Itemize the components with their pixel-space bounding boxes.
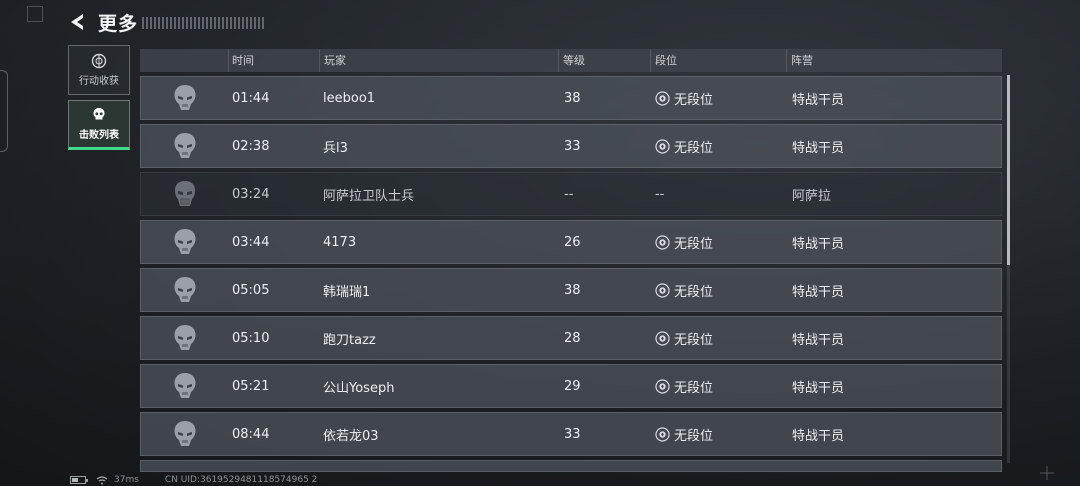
- player-name: leeboo1: [323, 90, 376, 106]
- rank-label: 无段位: [674, 380, 714, 396]
- operator-mask-icon: [174, 325, 196, 350]
- player-level: 26: [564, 234, 581, 250]
- player-name: 跑刀tazz: [323, 332, 376, 348]
- faction: 特战干员: [792, 140, 845, 156]
- sidebar-item-loot[interactable]: 行动收获: [68, 45, 130, 95]
- faction: 特战干员: [792, 284, 845, 300]
- operator-mask-icon: [174, 421, 196, 446]
- table-header: 时间 玩家 等级 段位 阵营: [140, 49, 1002, 72]
- skull-icon: [93, 108, 105, 120]
- target-icon: [91, 53, 107, 69]
- faction: 特战干员: [792, 332, 845, 348]
- column-header-level: 等级: [558, 49, 650, 72]
- rank-badge-icon: [655, 90, 670, 106]
- player-name: 韩瑞瑞1: [323, 284, 371, 300]
- faction: 阿萨拉: [792, 188, 832, 204]
- column-header-rank: 段位: [650, 49, 786, 72]
- player-level: 38: [564, 282, 581, 298]
- rank-label: 无段位: [674, 284, 714, 300]
- scrollbar-thumb[interactable]: [1007, 75, 1010, 265]
- player-level: 38: [564, 90, 581, 106]
- kill-list-table: 时间 玩家 等级 段位 阵营 01:44 leeboo1 38 无段位 特战干员…: [140, 49, 1002, 472]
- rank-badge-icon: [655, 426, 670, 442]
- player-level: 33: [564, 138, 581, 154]
- kill-time: 02:38: [232, 138, 270, 154]
- back-button[interactable]: [68, 10, 90, 34]
- player-name: 4173: [323, 234, 357, 250]
- table-row-partial[interactable]: [140, 460, 1002, 472]
- kill-time: 03:44: [232, 234, 270, 250]
- soldier-mask-icon: [175, 181, 195, 206]
- rank-label: 无段位: [674, 236, 714, 252]
- rank-badge-icon: [655, 330, 670, 346]
- player-level: 33: [564, 426, 581, 442]
- uid-label: CN UID:3619529481118574965 2: [164, 475, 318, 485]
- operator-mask-icon: [174, 229, 196, 254]
- faction: 特战干员: [792, 380, 845, 396]
- player-level: 28: [564, 330, 581, 346]
- table-row[interactable]: 01:44 leeboo1 38 无段位 特战干员: [140, 76, 1002, 120]
- player-name: 阿萨拉卫队士兵: [323, 188, 415, 204]
- table-row[interactable]: 03:44 4173 26 无段位 特战干员: [140, 220, 1002, 264]
- rank-label: 无段位: [674, 140, 714, 156]
- status-footer: 37ms CN UID:3619529481118574965 2: [70, 474, 317, 486]
- page-title: 更多: [98, 12, 139, 35]
- player-name: 公山Yoseph: [323, 380, 395, 396]
- faction: 特战干员: [792, 92, 845, 108]
- operator-mask-icon: [174, 373, 196, 398]
- ping-readout: 37ms: [114, 475, 139, 485]
- rank-label: 无段位: [674, 428, 714, 444]
- rank-badge-icon: [655, 138, 670, 154]
- player-name: 兵l3: [323, 140, 348, 156]
- table-scrollbar[interactable]: [1007, 75, 1010, 463]
- table-row[interactable]: 05:10 跑刀tazz 28 无段位 特战干员: [140, 316, 1002, 360]
- page-header: 更多: [68, 10, 267, 35]
- rank-badge-icon: [655, 378, 670, 394]
- rank-badge-icon: [655, 234, 670, 250]
- table-row[interactable]: 05:21 公山Yoseph 29 无段位 特战干员: [140, 364, 1002, 408]
- player-level: 29: [564, 378, 581, 394]
- sidebar-item-kill-list[interactable]: 击败列表: [68, 100, 130, 150]
- rank-label: 无段位: [674, 92, 714, 108]
- corner-checkbox[interactable]: [27, 6, 43, 22]
- faction: 特战干员: [792, 236, 845, 252]
- table-row[interactable]: 05:05 韩瑞瑞1 38 无段位 特战干员: [140, 268, 1002, 312]
- table-row[interactable]: 02:38 兵l3 33 无段位 特战干员: [140, 124, 1002, 168]
- kill-time: 08:44: [232, 426, 270, 442]
- sidebar-item-label: 行动收获: [79, 76, 119, 87]
- battery-icon: [70, 476, 88, 484]
- kill-time: 05:21: [232, 378, 270, 394]
- back-arrow-icon: [71, 14, 83, 30]
- title-decoration: [142, 17, 267, 29]
- crosshair-icon: [1040, 466, 1054, 480]
- operator-mask-icon: [174, 133, 196, 158]
- column-header-faction: 阵营: [786, 49, 1000, 72]
- column-header-icon: [140, 49, 228, 72]
- operator-mask-icon: [174, 277, 196, 302]
- rank-label: 无段位: [674, 332, 714, 348]
- wifi-icon: [96, 475, 108, 485]
- sidebar-item-label: 击败列表: [79, 130, 119, 141]
- table-row[interactable]: 08:44 依若龙03 33 无段位 特战干员: [140, 412, 1002, 456]
- kill-time: 05:10: [232, 330, 270, 346]
- player-level: --: [564, 186, 574, 202]
- player-name: 依若龙03: [323, 428, 379, 444]
- sidebar: 行动收获 击败列表: [68, 45, 130, 150]
- operator-mask-icon: [174, 85, 196, 110]
- kill-time: 01:44: [232, 90, 270, 106]
- side-drawer-handle[interactable]: [0, 70, 8, 152]
- column-header-player: 玩家: [319, 49, 558, 72]
- faction: 特战干员: [792, 428, 845, 444]
- rank-badge-icon: [655, 282, 670, 298]
- kill-time: 03:24: [232, 186, 270, 202]
- kill-time: 05:05: [232, 282, 270, 298]
- column-header-time: 时间: [228, 49, 319, 72]
- table-row[interactable]: 03:24 阿萨拉卫队士兵 -- -- 阿萨拉: [140, 172, 1002, 216]
- rank-label: --: [655, 186, 665, 202]
